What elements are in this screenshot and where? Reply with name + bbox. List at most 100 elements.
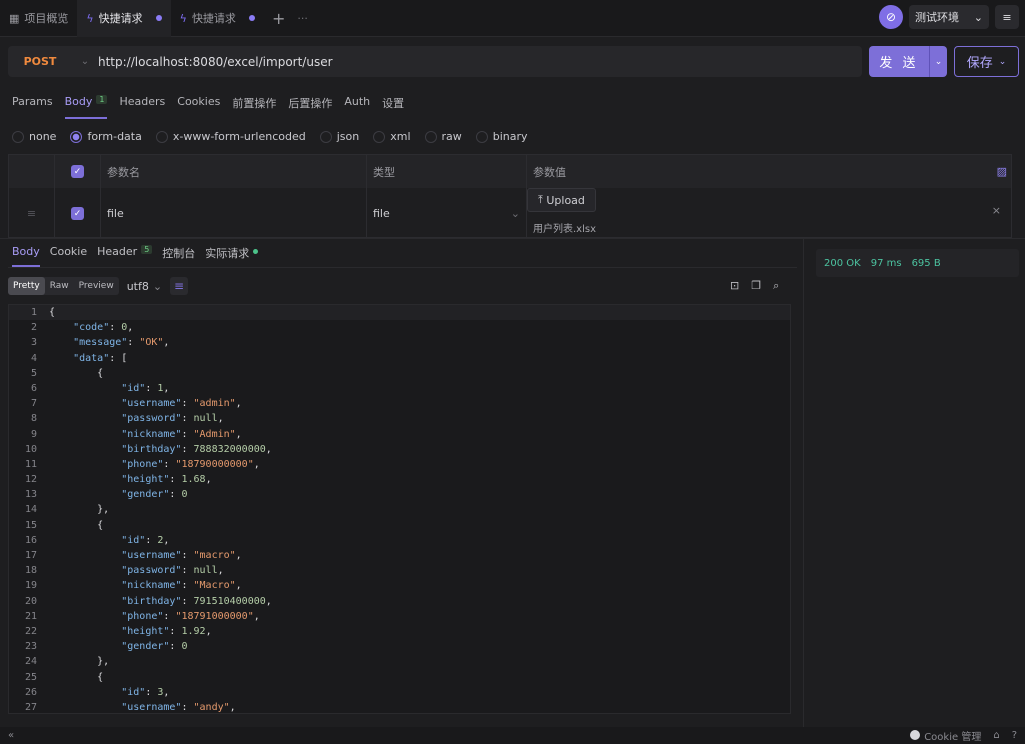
help-icon[interactable]: ? bbox=[1012, 730, 1017, 741]
code-line: 17 "username": "macro", bbox=[9, 548, 790, 563]
tab-settings[interactable]: 设置 bbox=[382, 95, 404, 117]
more-tabs-icon[interactable]: ··· bbox=[297, 12, 308, 25]
tab-label: 快捷请求 bbox=[191, 12, 236, 25]
save-label: 保存 bbox=[966, 56, 993, 71]
radio-xml[interactable]: xml bbox=[373, 130, 411, 143]
radio-raw[interactable]: raw bbox=[424, 130, 462, 143]
code-line: 16 "id": 2, bbox=[9, 533, 790, 548]
tab-body[interactable]: Body 1 bbox=[64, 95, 108, 119]
format-pretty[interactable]: Pretty bbox=[8, 277, 45, 295]
line-number: 8 bbox=[30, 413, 37, 425]
code-text: "username": "andy", bbox=[121, 701, 236, 713]
tab-label: 快捷请求 bbox=[98, 12, 143, 25]
tab-cookies[interactable]: Cookies bbox=[177, 95, 220, 117]
param-name-cell[interactable]: file bbox=[101, 188, 367, 237]
bulk-edit-icon[interactable]: ▨ bbox=[997, 165, 1007, 178]
tab-headers[interactable]: Headers bbox=[119, 95, 165, 117]
line-number: 7 bbox=[30, 398, 37, 410]
code-text: "phone": "18791000000", bbox=[121, 610, 260, 622]
search-icon[interactable]: ⌕ bbox=[773, 279, 779, 293]
code-text: "nickname": "Macro", bbox=[121, 580, 242, 592]
response-code-editor[interactable]: 1{2 "code": 0, 3 "message": "OK", 4 "data"… bbox=[8, 304, 791, 714]
encoding-select[interactable]: utf8 ⌄ bbox=[127, 280, 162, 293]
method-select[interactable]: POST bbox=[8, 55, 72, 68]
tab-auth[interactable]: Auth bbox=[344, 95, 370, 117]
divider bbox=[8, 267, 797, 268]
url-bar: POST ⌄ http://localhost:8080/excel/impor… bbox=[8, 46, 862, 77]
environment-sync-icon[interactable]: ⊘ bbox=[879, 5, 903, 29]
tab-post-operations[interactable]: 后置操作 bbox=[288, 95, 332, 117]
chevron-down-icon[interactable]: ⌄ bbox=[929, 46, 947, 77]
cookie-icon bbox=[910, 730, 921, 740]
code-line: 21 "phone": "18791000000", bbox=[9, 609, 790, 624]
line-number: 17 bbox=[24, 550, 37, 561]
radio-circle-icon bbox=[373, 130, 386, 143]
radio-x-www-form-urlencoded[interactable]: x-www-form-urlencoded bbox=[155, 130, 306, 143]
response-tools: ⊡ ❐ ⌕ bbox=[730, 279, 779, 293]
format-raw[interactable]: Raw bbox=[45, 277, 74, 295]
line-number: 24 bbox=[24, 656, 37, 668]
radio-binary[interactable]: binary bbox=[475, 130, 528, 143]
tab-quick-request-active[interactable]: ϟ 快捷请求 bbox=[77, 0, 171, 37]
tab-quick-request[interactable]: ϟ 快捷请求 bbox=[171, 0, 264, 37]
code-text: { bbox=[49, 367, 104, 379]
radio-label: none bbox=[29, 130, 57, 143]
tab-label: Body bbox=[64, 95, 93, 108]
param-type-select[interactable]: file ⌄ bbox=[367, 188, 527, 237]
download-icon[interactable]: ⊡ bbox=[730, 279, 739, 293]
divider bbox=[803, 239, 804, 727]
code-text: "gender": 0 bbox=[121, 489, 188, 501]
tab-project-overview[interactable]: ▦ 项目概览 bbox=[0, 0, 77, 37]
tab-label: Cookie bbox=[49, 245, 88, 258]
url-input[interactable]: http://localhost:8080/excel/import/user bbox=[98, 55, 333, 69]
code-line: 25 { bbox=[9, 670, 790, 685]
line-number: 3 bbox=[30, 337, 37, 349]
word-wrap-icon[interactable]: ≡ bbox=[170, 277, 189, 295]
radio-none[interactable]: none bbox=[12, 130, 56, 143]
drag-handle-icon[interactable]: ≡ bbox=[9, 188, 55, 237]
tab-response-header[interactable]: Header 5 bbox=[97, 245, 153, 265]
grid-icon: ▦ bbox=[9, 11, 20, 25]
code-text: "height": 1.92, bbox=[121, 625, 212, 637]
code-line: 11 "phone": "18790000000", bbox=[9, 457, 790, 472]
format-preview[interactable]: Preview bbox=[74, 277, 119, 295]
line-number: 25 bbox=[24, 671, 37, 683]
select-all-checkbox[interactable]: ✓ bbox=[55, 155, 101, 188]
code-text: "data": [ bbox=[73, 352, 128, 364]
code-text: "id": 2, bbox=[121, 534, 170, 546]
tab-response-body[interactable]: Body bbox=[12, 245, 40, 267]
environment-select[interactable]: 测试环境 ⌄ bbox=[909, 5, 989, 29]
params-table: ✓ 参数名 类型 参数值 ▨ ≡ ✓ file file ⌄ ⤒ Upload … bbox=[8, 154, 1012, 238]
save-button[interactable]: 保存 ⌄ bbox=[954, 46, 1019, 77]
bottom-right-tools: Cookie 管理 ⌂ ? bbox=[910, 728, 1017, 743]
radio-json[interactable]: json bbox=[319, 130, 359, 143]
upload-button[interactable]: ⤒ Upload bbox=[527, 188, 596, 212]
tab-actual-request[interactable]: 实际请求 bbox=[205, 245, 259, 265]
count-badge: 5 bbox=[141, 245, 153, 254]
row-checkbox[interactable]: ✓ bbox=[55, 188, 101, 237]
send-label: 发 送 bbox=[879, 56, 919, 71]
code-text: "phone": "18790000000", bbox=[121, 458, 260, 470]
code-line: 4 "data": [ bbox=[9, 351, 790, 366]
code-line: 15 { bbox=[9, 518, 790, 533]
cookie-manager-button[interactable]: Cookie 管理 bbox=[910, 728, 981, 743]
radio-form-data[interactable]: form-data bbox=[70, 130, 142, 143]
copy-icon[interactable]: ❐ bbox=[751, 279, 761, 293]
chevron-down-icon: ⌄ bbox=[510, 207, 520, 220]
collapse-sidebar-icon[interactable]: « bbox=[8, 730, 14, 741]
new-tab-plus-icon[interactable]: + bbox=[272, 9, 285, 28]
menu-icon[interactable]: ≡ bbox=[995, 5, 1019, 29]
tab-pre-operations[interactable]: 前置操作 bbox=[232, 95, 276, 117]
line-number: 10 bbox=[24, 443, 37, 455]
chevron-down-icon[interactable]: ⌄ bbox=[72, 56, 98, 67]
radio-label: raw bbox=[441, 130, 462, 143]
code-line: 14 }, bbox=[9, 502, 790, 517]
tab-response-cookie[interactable]: Cookie bbox=[50, 245, 87, 265]
status-dot-icon bbox=[253, 249, 259, 254]
column-header-value: 参数值 ▨ bbox=[527, 155, 1011, 188]
send-button[interactable]: 发 送 ⌄ bbox=[869, 46, 947, 77]
delete-row-icon[interactable]: × bbox=[992, 204, 1001, 217]
shirt-icon[interactable]: ⌂ bbox=[993, 730, 999, 741]
tab-console[interactable]: 控制台 bbox=[162, 245, 195, 265]
tab-params[interactable]: Params bbox=[12, 95, 53, 117]
